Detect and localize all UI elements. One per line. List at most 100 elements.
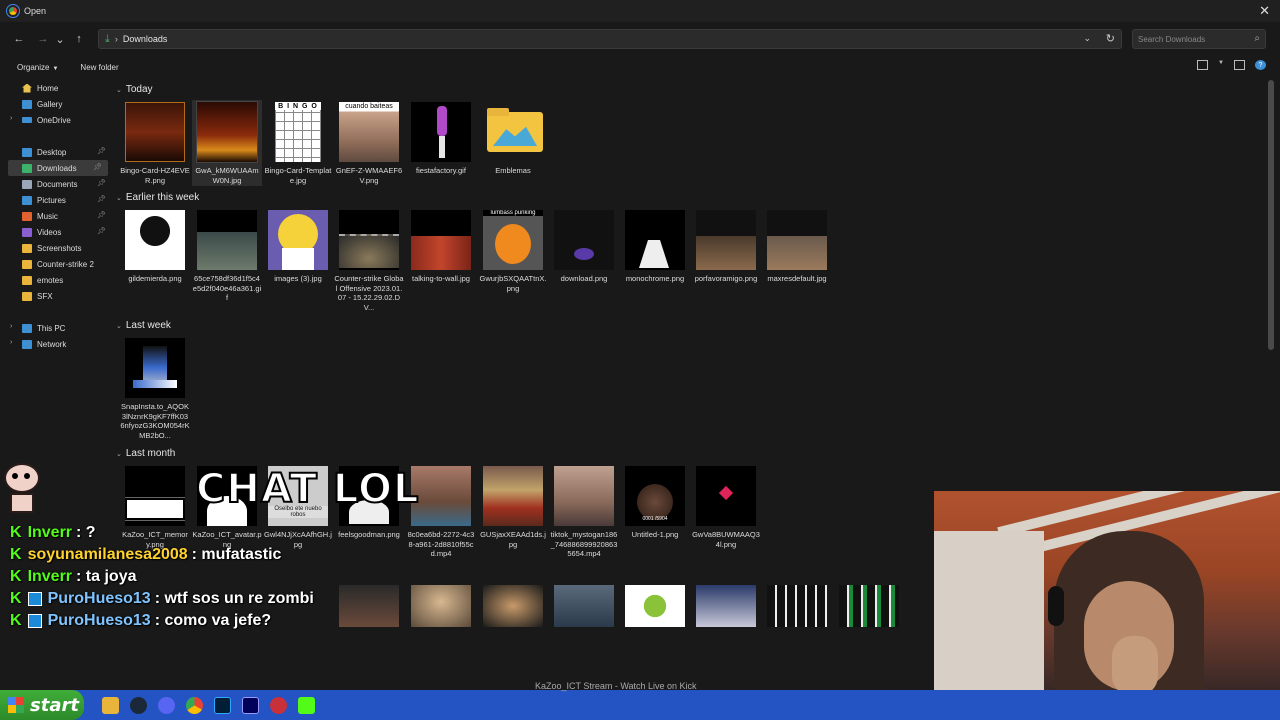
file-item[interactable]: tiktok_mystogan186_7468868999208635654.m… [549, 466, 619, 559]
sidebar-item-onedrive[interactable]: › OneDrive [0, 112, 112, 128]
file-name: Counter-strike Global Offensive 2023.01.… [334, 274, 404, 312]
app-icon[interactable] [270, 696, 287, 714]
folder-icon [22, 259, 32, 269]
expand-icon[interactable]: › [10, 339, 12, 346]
chevron-down-icon[interactable]: ⌄ [1083, 33, 1091, 44]
file-explorer-icon[interactable] [102, 696, 119, 714]
file-item[interactable]: Bingo-Card-HZ4EVER.png [120, 102, 190, 185]
group-header-earlier-this-week[interactable]: ⌄ Earlier this week [116, 192, 199, 203]
file-thumbnail [339, 210, 399, 270]
group-header-last-month[interactable]: ⌄ Last month [116, 448, 175, 459]
sidebar-item-network[interactable]: › Network [0, 336, 112, 352]
back-button[interactable]: ← [9, 33, 29, 45]
kick-icon[interactable] [298, 696, 315, 714]
file-name: download.png [560, 274, 608, 283]
navigation-pane: Home Gallery › OneDrive Desktop 📌︎ Downloa… [0, 80, 112, 380]
music-icon [22, 211, 32, 221]
group-header-today[interactable]: ⌄ Today [116, 84, 153, 95]
file-item[interactable]: talking-to-wall.jpg [406, 210, 476, 284]
file-item[interactable]: Counter-strike Global Offensive 2023.01.… [334, 210, 404, 312]
sidebar-item-music[interactable]: Music 📌︎ [0, 208, 112, 224]
refresh-icon[interactable]: ↻ [1106, 32, 1115, 45]
file-item[interactable]: images (3).jpg [263, 210, 333, 284]
forward-button[interactable]: → [33, 33, 53, 45]
search-input[interactable] [1138, 34, 1248, 44]
sidebar-item-this-pc[interactable]: › This PC [0, 320, 112, 336]
file-thumbnail [554, 585, 614, 627]
sidebar-item-emotes[interactable]: emotes [0, 272, 112, 288]
file-item[interactable]: cuando baiteas GnEF-Z-WMAAEF6V.png [334, 102, 404, 185]
search-box[interactable]: ⌕ [1132, 29, 1266, 49]
expand-icon[interactable]: › [10, 115, 12, 122]
file-item[interactable]: porfavoramigo.png [691, 210, 761, 284]
breadcrumb[interactable]: ⤓ › Downloads ⌄ ↻ [98, 29, 1122, 49]
view-dropdown-icon[interactable]: ▼ [1218, 60, 1224, 70]
sidebar-item-pictures[interactable]: Pictures 📌︎ [0, 192, 112, 208]
chrome-icon[interactable] [186, 696, 203, 714]
file-thumbnail [125, 102, 185, 162]
new-folder-button[interactable]: New folder [80, 63, 118, 72]
photoshop-icon[interactable] [214, 696, 231, 714]
sidebar-item-screenshots[interactable]: Screenshots [0, 240, 112, 256]
chat-username: PuroHueso13 [47, 612, 151, 629]
vertical-scrollbar[interactable] [1268, 80, 1274, 350]
file-item[interactable]: 0001 /5904 Untitled-1.png [620, 466, 690, 540]
file-item[interactable]: maxresdefault.jpg [762, 210, 832, 284]
steam-icon[interactable] [130, 696, 147, 714]
discord-icon[interactable] [158, 696, 175, 714]
file-item[interactable]: 65ce758df36d1f5c4e5d2f040e46a361.gif [192, 210, 262, 303]
file-item[interactable]: GwA_kM6WUAAmW0N.jpg [192, 100, 262, 186]
group-label: Earlier this week [125, 192, 200, 203]
file-item[interactable]: GwVa8BUWMAAQ34l.png [691, 466, 761, 549]
sidebar-item-downloads[interactable]: Downloads 📌︎ [8, 160, 108, 176]
caret-down-icon: ▼ [52, 65, 59, 72]
sidebar-item-gallery[interactable]: Gallery [0, 96, 112, 112]
document-icon [22, 179, 32, 189]
sidebar-item-label: Documents [37, 179, 78, 189]
up-button[interactable]: ↑ [69, 33, 89, 45]
file-item[interactable] [549, 585, 619, 627]
breadcrumb-downloads[interactable]: Downloads [123, 34, 168, 44]
file-item[interactable]: download.png [549, 210, 619, 284]
file-name: tiktok_mystogan186_7468868999208635654.m… [550, 530, 618, 558]
organize-button[interactable]: Organize ▼ [17, 63, 58, 72]
file-item[interactable]: SnapInsta.to_AQOK3lNznrK9gKF7ffK036nfyoz… [120, 338, 190, 440]
sidebar-item-home[interactable]: Home [0, 80, 112, 96]
sidebar-item-label: OneDrive [37, 115, 71, 125]
desktop-icon [22, 147, 32, 157]
file-item[interactable]: B I N G O Bingo-Card-Template.jpg [263, 102, 333, 185]
file-item[interactable]: fiestafactory.gif [406, 102, 476, 176]
file-item[interactable]: gildemierda.png [120, 210, 190, 284]
sidebar-item-desktop[interactable]: Desktop 📌︎ [0, 144, 112, 160]
expand-icon[interactable]: › [10, 323, 12, 330]
file-item[interactable] [691, 585, 761, 627]
file-item[interactable] [620, 585, 690, 627]
file-thumbnail [767, 210, 827, 270]
group-header-last-week[interactable]: ⌄ Last week [116, 320, 171, 331]
folder-item[interactable]: Emblemas [478, 102, 548, 176]
file-thumbnail [839, 585, 899, 627]
recent-locations-button[interactable]: ⌄ [53, 33, 67, 46]
file-thumbnail: lumbass punking [483, 210, 543, 270]
file-item[interactable]: monochrome.png [620, 210, 690, 284]
sidebar-item-videos[interactable]: Videos 📌︎ [0, 224, 112, 240]
close-button[interactable]: ✕ [1259, 3, 1270, 19]
cloud-icon [22, 117, 32, 123]
file-item[interactable]: GUSjaxXEAAd1ds.jpg [478, 466, 548, 549]
file-item[interactable] [762, 585, 832, 627]
sidebar-item-counter-strike[interactable]: Counter-strike 2 [0, 256, 112, 272]
sidebar-item-sfx[interactable]: SFX [0, 288, 112, 304]
premiere-icon[interactable] [242, 696, 259, 714]
view-mode-icon[interactable] [1197, 60, 1208, 70]
sidebar-item-label: Screenshots [37, 243, 82, 253]
file-item[interactable] [478, 585, 548, 627]
help-icon[interactable]: ? [1255, 60, 1266, 70]
sidebar-item-label: Home [37, 83, 59, 93]
sidebar-item-documents[interactable]: Documents 📌︎ [0, 176, 112, 192]
preview-pane-icon[interactable] [1234, 60, 1245, 70]
pin-icon: 📌︎ [97, 196, 106, 203]
collapse-icon: ⌄ [116, 195, 122, 202]
file-item[interactable]: lumbass punking GwurjbSXQAATtnX.png [478, 210, 548, 293]
start-button[interactable]: start [0, 690, 84, 720]
file-item[interactable] [834, 585, 904, 627]
